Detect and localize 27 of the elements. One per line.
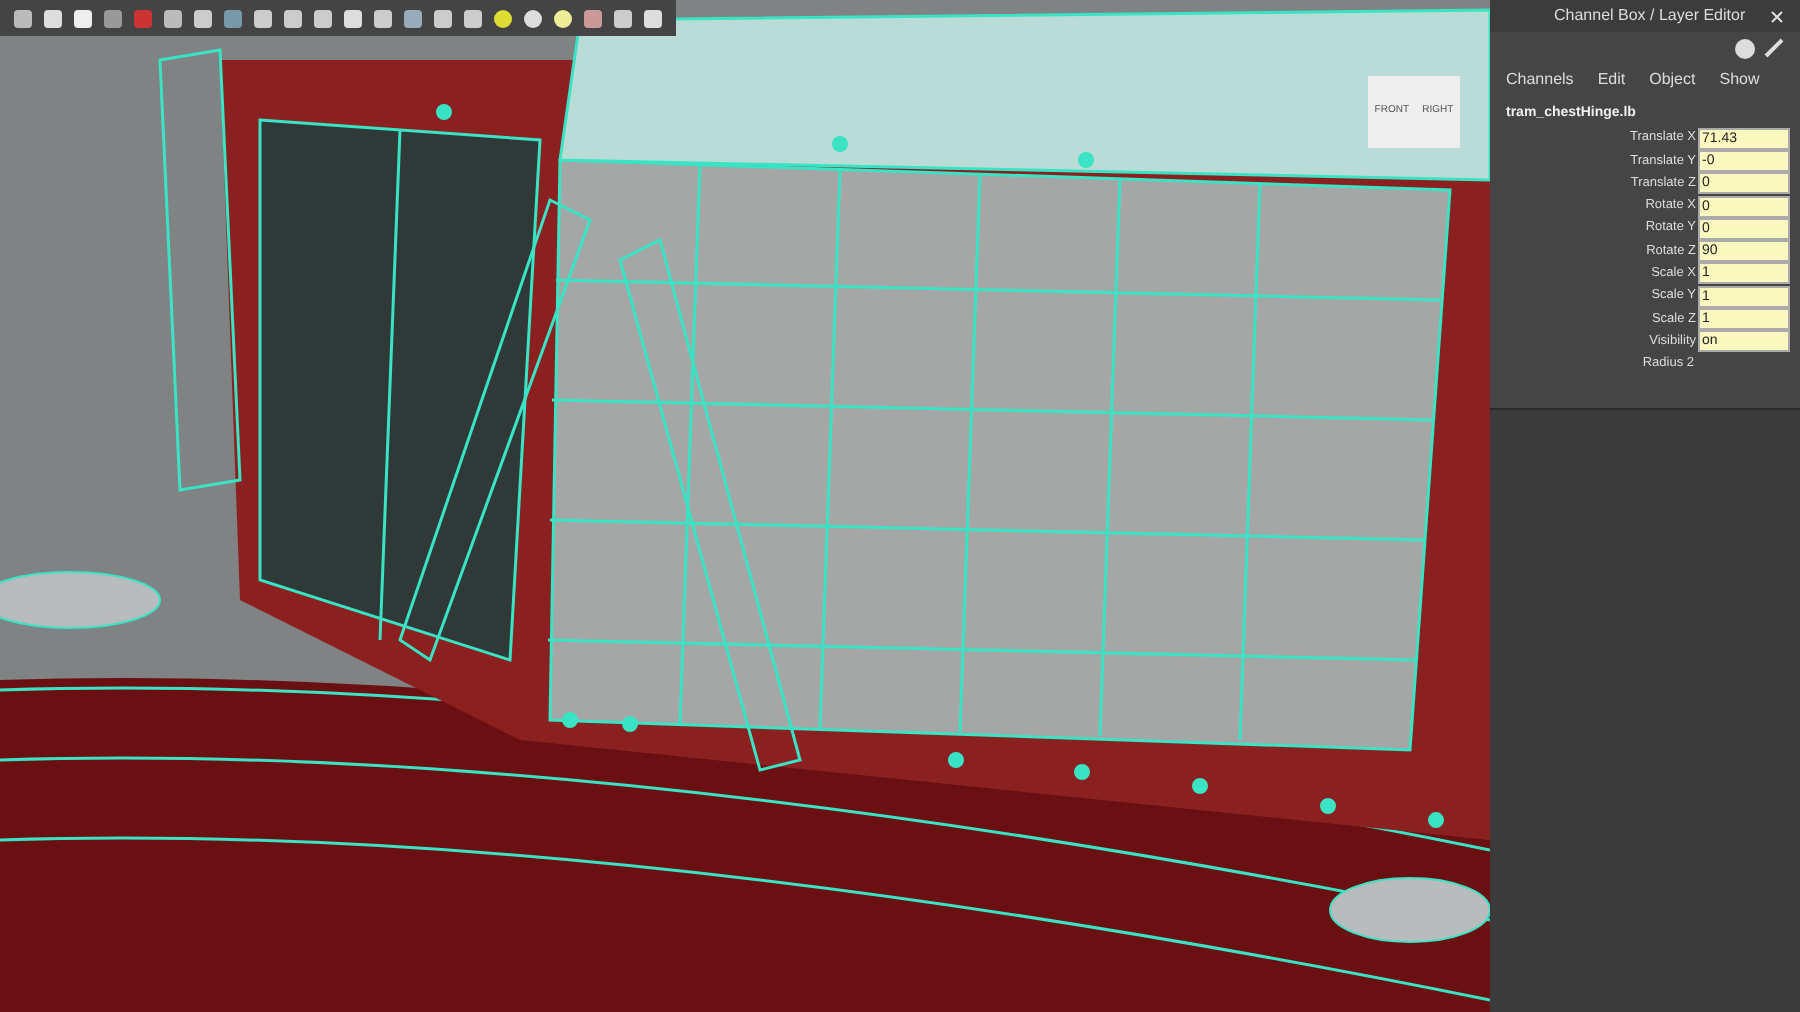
toolbar-tool-icon[interactable]: [552, 7, 574, 29]
toolbar-tool-icon[interactable]: [102, 7, 124, 29]
toolbar-tool-icon[interactable]: [342, 7, 364, 29]
toolbar-tool-icon[interactable]: [462, 7, 484, 29]
menu-item[interactable]: Channels: [1506, 68, 1574, 92]
toolbar-tool-icon[interactable]: [492, 7, 514, 29]
toolbar-tool-icon[interactable]: [522, 7, 544, 29]
menu-item[interactable]: Show: [1719, 68, 1760, 92]
toolbar-tool-icon[interactable]: [432, 7, 454, 29]
toolbar-tool-icon[interactable]: [12, 7, 34, 29]
toolbar-tool-icon[interactable]: [72, 7, 94, 29]
toolbar-tool-icon[interactable]: [252, 7, 274, 29]
toolbar-tool-icon[interactable]: [582, 7, 604, 29]
toolbar-tool-icon[interactable]: [312, 7, 334, 29]
toolbar-tool-icon[interactable]: [642, 7, 664, 29]
toolbar-tool-icon[interactable]: [162, 7, 184, 29]
panel-title: Channel Box / Layer Editor: [1554, 4, 1746, 28]
menu-item[interactable]: Edit: [1597, 68, 1626, 92]
toolbar-tool-icon[interactable]: [612, 7, 634, 29]
toolbar-tool-icon[interactable]: [282, 7, 304, 29]
toolbar-tool-icon[interactable]: [402, 7, 424, 29]
toolbar-tool-icon[interactable]: [42, 7, 64, 29]
toolbar-tool-icon[interactable]: [192, 7, 214, 29]
close-icon[interactable]: [1770, 9, 1784, 23]
toolbar-tool-icon[interactable]: [372, 7, 394, 29]
circle-icon[interactable]: [1734, 37, 1756, 59]
menu-item[interactable]: Object: [1649, 68, 1696, 92]
